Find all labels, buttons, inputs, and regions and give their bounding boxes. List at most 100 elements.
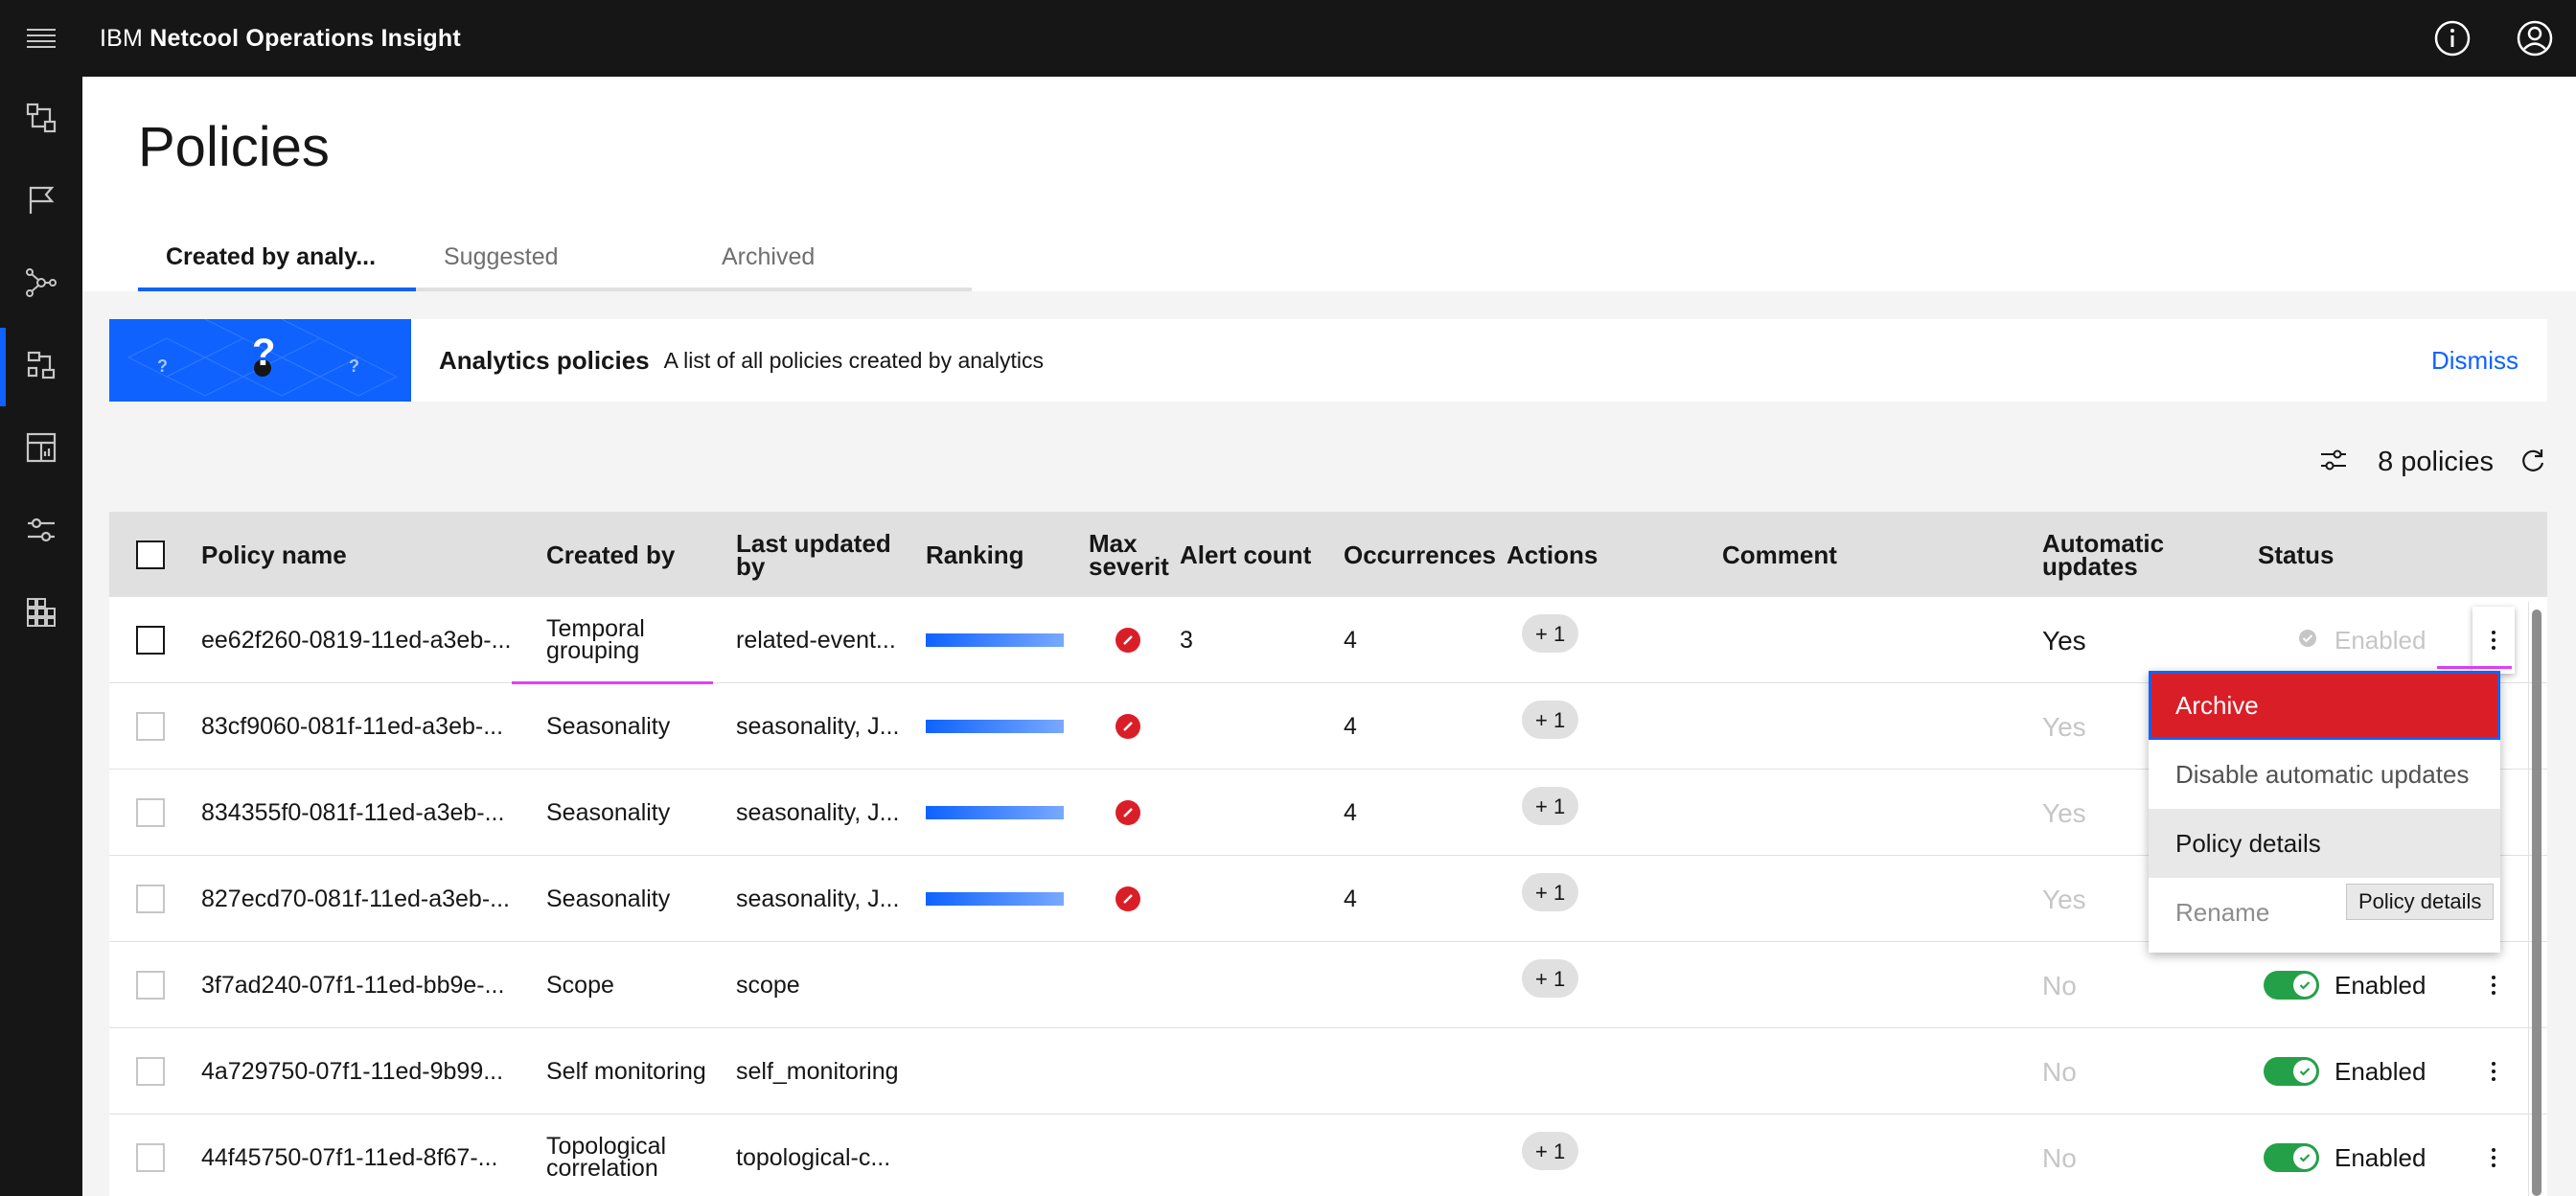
actions-tag[interactable]: + 1: [1522, 701, 1579, 739]
main-content: Policies Created by analy... Suggested A…: [82, 77, 2576, 1196]
sliders-icon: [28, 518, 55, 542]
table-row[interactable]: 44f45750-07f1-11ed-8f67-... Topological …: [109, 1115, 2547, 1196]
status-label: Enabled: [2334, 1142, 2426, 1172]
scrollbar-thumb[interactable]: [2532, 610, 2542, 1196]
overflow-menu-button[interactable]: [2472, 1038, 2515, 1105]
policy-name[interactable]: 3f7ad240-07f1-11ed-bb9e-...: [201, 942, 504, 1028]
row-checkbox[interactable]: [136, 1143, 165, 1172]
rail-topology[interactable]: [0, 242, 82, 324]
policy-name[interactable]: 827ecd70-081f-11ed-a3eb-...: [201, 856, 510, 942]
filter-settings-icon[interactable]: [2318, 445, 2349, 480]
actions-tag[interactable]: + 1: [1522, 1132, 1579, 1170]
dismiss-link[interactable]: Dismiss: [2431, 346, 2518, 376]
status-toggle[interactable]: [2264, 1143, 2319, 1172]
col-automatic-updates[interactable]: Automatic updates: [2042, 512, 2164, 597]
col-ranking[interactable]: Ranking: [926, 512, 1024, 597]
last-updated-by: topological-c...: [736, 1143, 891, 1171]
actions-tag[interactable]: + 1: [1522, 959, 1579, 998]
ranking-bar: [926, 633, 1064, 647]
col-auto-line1: Automatic: [2042, 528, 2165, 558]
created-by: Scope: [546, 971, 614, 999]
row-checkbox[interactable]: [136, 798, 165, 827]
rail-data[interactable]: [0, 571, 82, 654]
actions-tag[interactable]: + 1: [1522, 873, 1579, 911]
row-checkbox[interactable]: [136, 712, 165, 741]
status-cell: Enabled: [2264, 1115, 2426, 1196]
last-updated-by: scope: [736, 971, 800, 999]
policy-name[interactable]: 44f45750-07f1-11ed-8f67-...: [201, 1115, 498, 1196]
product-name[interactable]: IBM Netcool Operations Insight: [100, 25, 461, 53]
status-toggle[interactable]: [2264, 1057, 2319, 1086]
created-by-line2: grouping: [546, 637, 640, 664]
menu-item-policy-details[interactable]: Policy details: [2149, 809, 2500, 878]
col-created-by[interactable]: Created by: [546, 512, 675, 597]
col-status[interactable]: Status: [2258, 512, 2334, 597]
overflow-menu-button[interactable]: [2472, 1124, 2515, 1191]
created-by: Seasonality: [546, 712, 671, 740]
created-by: Seasonality: [546, 798, 671, 826]
col-last-updated-by[interactable]: Last updated by: [736, 512, 891, 597]
status-toggle[interactable]: [2264, 971, 2319, 1000]
rail-alerts[interactable]: [0, 159, 82, 242]
row-checkbox[interactable]: [136, 626, 165, 655]
menu-icon[interactable]: [0, 0, 82, 77]
rail-settings[interactable]: [0, 489, 82, 571]
actions-tag[interactable]: + 1: [1522, 614, 1579, 653]
overflow-menu-button[interactable]: [2472, 952, 2515, 1019]
col-actions[interactable]: Actions: [1506, 512, 1598, 597]
ranking-cell: [926, 597, 1064, 683]
incidents-icon: [26, 103, 57, 133]
policy-name[interactable]: 83cf9060-081f-11ed-a3eb-...: [201, 683, 503, 770]
overflow-menu-icon: [2492, 976, 2496, 995]
ranking-bar: [926, 806, 1064, 819]
auto-updates-value: Yes: [2042, 625, 2086, 656]
status-label: Enabled: [2334, 625, 2426, 655]
refresh-icon[interactable]: [2518, 446, 2547, 479]
policy-name[interactable]: ee62f260-0819-11ed-a3eb-...: [201, 597, 511, 683]
col-policy-name[interactable]: Policy name: [201, 512, 347, 597]
menu-item-archive[interactable]: Archive: [2149, 671, 2500, 740]
dashboard-icon: [26, 432, 57, 463]
col-occurrences[interactable]: Occurrences: [1344, 512, 1496, 597]
row-checkbox[interactable]: [136, 885, 165, 913]
status-label: Enabled: [2334, 1056, 2426, 1086]
rail-dashboards[interactable]: [0, 406, 82, 489]
table-row[interactable]: 4a729750-07f1-11ed-9b99... Self monitori…: [109, 1028, 2547, 1115]
menu-item-disable-auto-updates[interactable]: Disable automatic updates: [2149, 740, 2500, 809]
rail-policies[interactable]: [0, 324, 82, 406]
select-all-checkbox[interactable]: [136, 540, 165, 569]
svg-text:?: ?: [157, 356, 168, 376]
tab-suggested[interactable]: Suggested: [416, 240, 694, 291]
col-alert-count[interactable]: Alert count: [1180, 512, 1311, 597]
row-checkbox[interactable]: [136, 1057, 165, 1086]
header-actions: [2411, 0, 2576, 77]
col-comment[interactable]: Comment: [1722, 512, 1837, 597]
info-icon[interactable]: [2411, 0, 2494, 77]
severity-cell: [1116, 770, 1140, 856]
critical-icon: [1116, 714, 1140, 739]
tab-created-by-analytics[interactable]: Created by analy...: [138, 240, 416, 291]
severity-cell: [1116, 856, 1140, 942]
analytics-banner: ? ? ? Analytics policies A list of all p…: [109, 319, 2547, 402]
tab-archived[interactable]: Archived: [694, 240, 972, 291]
last-updated-by: self_monitoring: [736, 1057, 899, 1085]
severity-cell: [1116, 597, 1140, 683]
actions-cell: + 1: [1522, 770, 1579, 856]
policies-icon: [27, 351, 56, 380]
global-header: IBM Netcool Operations Insight: [0, 0, 2576, 77]
last-updated-by: seasonality, J...: [736, 798, 900, 826]
row-checkbox[interactable]: [136, 971, 165, 1000]
policy-name[interactable]: 4a729750-07f1-11ed-9b99...: [201, 1028, 503, 1115]
overflow-menu-button[interactable]: [2472, 607, 2515, 674]
ranking-cell: [926, 856, 1064, 942]
table-row[interactable]: 3f7ad240-07f1-11ed-bb9e-... Scope scope …: [109, 942, 2547, 1028]
user-profile-icon[interactable]: [2494, 0, 2576, 77]
actions-tag[interactable]: + 1: [1522, 787, 1579, 825]
rail-incidents[interactable]: [0, 77, 82, 159]
critical-icon: [1116, 886, 1140, 911]
policy-name[interactable]: 834355f0-081f-11ed-a3eb-...: [201, 770, 504, 856]
col-max-sev-line2: severit: [1089, 551, 1169, 581]
table-scrollbar[interactable]: [2528, 602, 2542, 1196]
status-label: Enabled: [2334, 970, 2426, 1000]
col-max-severity[interactable]: Max severit: [1089, 512, 1169, 597]
